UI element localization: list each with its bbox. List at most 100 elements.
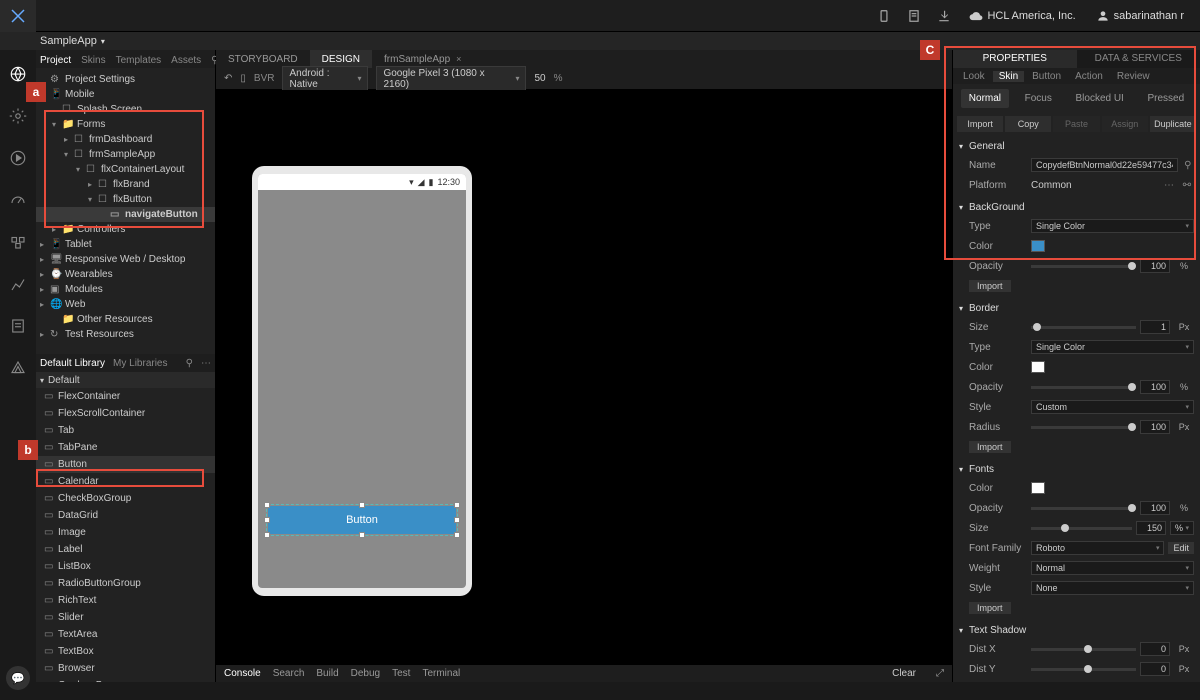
lib-item[interactable]: ▭Browser (36, 660, 215, 677)
bottom-tab-test[interactable]: Test (392, 668, 410, 679)
bg-opacity-value[interactable] (1140, 259, 1170, 273)
more-icon[interactable]: ⋯ (1162, 178, 1176, 192)
prop-tab-skin[interactable]: Skin (993, 71, 1024, 82)
state-focus[interactable]: Focus (1017, 89, 1060, 108)
lib-item[interactable]: ▭RadioButtonGroup (36, 575, 215, 592)
prop-tab-look[interactable]: Look (957, 71, 991, 82)
platform-select[interactable]: Android : Native▾ (282, 66, 368, 92)
link-icon[interactable]: ⚯ (1180, 178, 1194, 192)
font-size-unit[interactable]: %▾ (1170, 521, 1194, 535)
tree-row[interactable]: ▸🖥Responsive Web / Desktop (36, 252, 215, 267)
prop-tab-button[interactable]: Button (1026, 71, 1067, 82)
search-icon[interactable]: ⚲ (186, 358, 193, 369)
border-size-value[interactable] (1140, 320, 1170, 334)
device-preview-icon[interactable] (871, 3, 897, 29)
more-icon[interactable]: ⋯ (201, 358, 211, 369)
tree-row[interactable]: ▭navigateButton (36, 207, 215, 222)
lib-item[interactable]: ▭FlexContainer (36, 388, 215, 405)
tree-row[interactable]: ▾📁Forms (36, 117, 215, 132)
font-style-select[interactable]: None▾ (1031, 581, 1194, 595)
shadow-dx-slider[interactable] (1031, 648, 1136, 651)
font-color-swatch[interactable] (1031, 482, 1045, 494)
lib-item[interactable]: ▭Button (36, 456, 215, 473)
lib-item[interactable]: ▭Calendar (36, 473, 215, 490)
bg-type-select[interactable]: Single Color▾ (1031, 219, 1194, 233)
tree-row[interactable]: ☐Splash Screen (36, 102, 215, 117)
action-import[interactable]: Import (957, 116, 1003, 132)
clear-button[interactable]: Clear (892, 668, 916, 679)
nav-play-icon[interactable] (4, 144, 32, 172)
device-icon[interactable]: ▯ (240, 73, 246, 84)
lib-item[interactable]: ▭Slider (36, 609, 215, 626)
bg-import-button[interactable]: Import (969, 280, 1011, 292)
lib-item[interactable]: ▭Tab (36, 422, 215, 439)
bg-color-swatch[interactable] (1031, 240, 1045, 252)
lib-item[interactable]: ▭DataGrid (36, 507, 215, 524)
lib-item[interactable]: ▭CheckBoxGroup (36, 490, 215, 507)
expand-icon[interactable]: ⤢ (936, 668, 944, 679)
lib-item[interactable]: ▭ListBox (36, 558, 215, 575)
zoom-value[interactable]: 50 (534, 73, 545, 84)
tree-row[interactable]: ⚙Project Settings (36, 72, 215, 87)
close-icon[interactable]: × (456, 54, 461, 64)
tree-row[interactable]: ▸↻Test Resources (36, 327, 215, 342)
action-assign[interactable]: Assign (1102, 116, 1148, 132)
bg-opacity-slider[interactable] (1031, 265, 1136, 268)
lib-item[interactable]: ▭Label (36, 541, 215, 558)
canvas-button-widget[interactable]: Button (268, 506, 456, 534)
tab-default-library[interactable]: Default Library (40, 358, 105, 369)
tree-row[interactable]: 📁Other Resources (36, 312, 215, 327)
lib-item[interactable]: ▭FlexScrollContainer (36, 405, 215, 422)
shadow-dy-slider[interactable] (1031, 668, 1136, 671)
border-type-select[interactable]: Single Color▾ (1031, 340, 1194, 354)
tree-row[interactable]: ▸⌚Wearables (36, 267, 215, 282)
lib-item[interactable]: ▭RichText (36, 592, 215, 609)
nav-triangle-icon[interactable] (4, 354, 32, 382)
action-duplicate[interactable]: Duplicate (1150, 116, 1196, 132)
undo-icon[interactable]: ↶ (224, 73, 232, 84)
tab-assets[interactable]: Assets (171, 55, 201, 68)
name-input[interactable] (1031, 158, 1178, 172)
tree-row[interactable]: 📱Mobile (36, 87, 215, 102)
nav-chart-icon[interactable] (4, 270, 32, 298)
tree-row[interactable]: ▾☐frmSampleApp (36, 147, 215, 162)
tree-row[interactable]: ▸📱Tablet (36, 237, 215, 252)
action-copy[interactable]: Copy (1005, 116, 1051, 132)
lib-item[interactable]: ▭TabPane (36, 439, 215, 456)
border-import-button[interactable]: Import (969, 441, 1011, 453)
nav-doc-icon[interactable] (4, 312, 32, 340)
nav-gauge-icon[interactable] (4, 186, 32, 214)
state-pressed[interactable]: Pressed (1139, 89, 1192, 108)
lib-section-default[interactable]: ▾Default (36, 372, 215, 388)
font-size-slider[interactable] (1031, 527, 1132, 530)
font-family-select[interactable]: Roboto▾ (1031, 541, 1164, 555)
chat-icon[interactable]: 💬 (6, 666, 30, 690)
design-canvas[interactable]: ▾ ◢ ▮ 12:30 Button (216, 90, 952, 664)
tree-row[interactable]: ▾☐flxContainerLayout (36, 162, 215, 177)
section-fonts[interactable]: ▾Fonts (953, 461, 1200, 478)
org-selector[interactable]: HCL America, Inc. (961, 9, 1083, 23)
device-select[interactable]: Google Pixel 3 (1080 x 2160)▾ (376, 66, 526, 92)
tree-row[interactable]: ▸📁Controllers (36, 222, 215, 237)
fonts-import-button[interactable]: Import (969, 602, 1011, 614)
prop-tab-review[interactable]: Review (1111, 71, 1156, 82)
border-style-select[interactable]: Custom▾ (1031, 400, 1194, 414)
tree-row[interactable]: ▸🌐Web (36, 297, 215, 312)
prop-tab-action[interactable]: Action (1069, 71, 1109, 82)
tab-properties[interactable]: PROPERTIES (953, 50, 1077, 68)
tree-row[interactable]: ▸☐flxBrand (36, 177, 215, 192)
tab-my-libraries[interactable]: My Libraries (113, 358, 167, 369)
lib-item[interactable]: ▭CordovaBrowser (36, 677, 215, 682)
font-weight-select[interactable]: Normal▾ (1031, 561, 1194, 575)
border-color-swatch[interactable] (1031, 361, 1045, 373)
app-logo[interactable] (0, 0, 36, 32)
section-text-shadow[interactable]: ▾Text Shadow (953, 622, 1200, 639)
section-background[interactable]: ▾BackGround (953, 199, 1200, 216)
tab-skins[interactable]: Skins (81, 55, 105, 68)
state-normal[interactable]: Normal (961, 89, 1009, 108)
action-paste[interactable]: Paste (1053, 116, 1099, 132)
border-opacity-slider[interactable] (1031, 386, 1136, 389)
border-radius-slider[interactable] (1031, 426, 1136, 429)
section-border[interactable]: ▾Border (953, 300, 1200, 317)
download-icon[interactable] (931, 3, 957, 29)
